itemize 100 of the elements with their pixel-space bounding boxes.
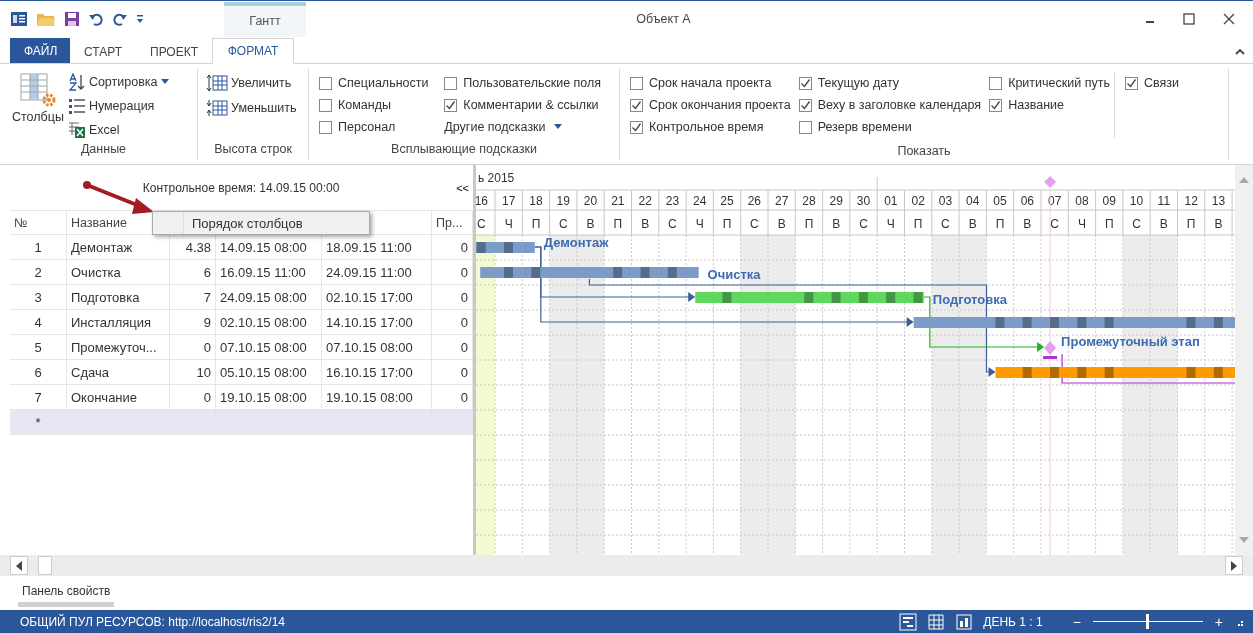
day-label: 19	[556, 194, 570, 208]
weekday-label: П	[531, 217, 541, 231]
checkbox-option[interactable]: Специальности	[319, 72, 437, 94]
weekday-label: Ч	[1077, 217, 1086, 231]
table-cell: Очистка	[67, 260, 170, 284]
checkbox-option[interactable]: Команды	[319, 94, 437, 116]
day-label: 25	[720, 194, 734, 208]
ribbon-button[interactable]: Нумерация	[65, 95, 171, 116]
day-label: 27	[774, 194, 789, 208]
weekday-label: В	[641, 217, 650, 231]
ribbon-tab[interactable]: ФОРМАТ	[212, 38, 295, 64]
table-cell: 24.09.15 08:00	[216, 285, 322, 309]
ribbon-button[interactable]: Уменьшить	[204, 97, 302, 118]
checkbox-option[interactable]: Срок начала проекта	[630, 72, 791, 94]
day-label: 23	[665, 194, 680, 208]
table-cell: 0	[170, 335, 216, 359]
day-label: 10	[1129, 194, 1144, 208]
checkbox-option[interactable]: Критический путь	[989, 72, 1110, 94]
table-cell: Сдача	[67, 360, 170, 384]
weekday-label: П	[1104, 217, 1114, 231]
checkbox-option[interactable]: Персонал	[319, 116, 437, 138]
weekday-label: П	[613, 217, 623, 231]
weekday-label: П	[804, 217, 814, 231]
weekday-label: С	[941, 217, 950, 231]
task-label: Очистка	[707, 267, 761, 282]
checkbox-option[interactable]: Название	[989, 94, 1110, 116]
weekday-label: В	[832, 217, 841, 231]
zoom-out-button[interactable]: −	[1068, 613, 1085, 630]
day-label: 02	[911, 194, 925, 208]
day-label: 05	[993, 194, 1007, 208]
day-label: 13	[1211, 194, 1226, 208]
table-cell: 1	[10, 235, 67, 259]
column-header[interactable]: №	[10, 211, 67, 234]
ribbon-button[interactable]: Сортировка	[65, 71, 171, 92]
menu-item[interactable]: Порядок столбцов	[183, 212, 369, 234]
ribbon-tab[interactable]: СТАРТ	[70, 39, 136, 64]
table-cell: 0	[170, 385, 216, 409]
weekday-label: Ч	[695, 217, 704, 231]
table-cell: Промежуточ...	[67, 335, 170, 359]
table-cell: 19.10.15 08:00	[216, 385, 322, 409]
ribbon-tab[interactable]: ФАЙЛ	[10, 38, 70, 63]
checkbox-option[interactable]: Срок окончания проекта	[630, 94, 791, 116]
control-time-label: Контрольное время: 14.09.15 00:00	[141, 180, 341, 195]
table-cell: 2	[10, 260, 67, 284]
table-cell: 24.09.15 11:00	[322, 260, 432, 284]
task-label: Промежуточный этап	[1061, 334, 1200, 349]
day-label: 03	[938, 194, 953, 208]
weekday-label: В	[968, 217, 977, 231]
table-cell: 5	[10, 335, 67, 359]
weekday-label: С	[750, 217, 759, 231]
checkbox-option[interactable]: Пользовательские поля	[444, 72, 609, 94]
zoom-in-button[interactable]: +	[1210, 613, 1227, 630]
task-label: Демонтаж	[543, 235, 609, 250]
day-label: 07	[1047, 194, 1062, 208]
checkbox-option[interactable]: Комментарии & ссылки	[444, 94, 609, 116]
weekday-label: В	[586, 217, 595, 231]
columns-button[interactable]: Столбцы	[10, 68, 66, 142]
collapse-button[interactable]: <<	[452, 181, 473, 194]
month-label: ь 2015	[478, 171, 515, 185]
weekday-label: С	[859, 217, 868, 231]
day-label: 17	[501, 194, 516, 208]
ribbon-tab[interactable]: ПРОЕКТ	[136, 39, 213, 64]
context-tab-header: Гантт	[224, 1, 306, 37]
table-cell: 10	[170, 360, 216, 384]
table-cell: 19.10.15 08:00	[322, 385, 432, 409]
table-cell: 02.10.15 08:00	[216, 310, 322, 334]
checkbox-option[interactable]: Связи	[1124, 72, 1179, 94]
day-label: 22	[638, 194, 652, 208]
group-title: Данные	[79, 142, 128, 158]
day-label: 20	[583, 194, 598, 208]
weekday-label: П	[1186, 217, 1196, 231]
day-label: 29	[829, 194, 843, 208]
more-tooltips-dropdown[interactable]: Другие подсказки	[444, 116, 609, 137]
table-cell: 4	[10, 310, 67, 334]
weekday-label: В	[1214, 217, 1223, 231]
ribbon-button[interactable]: Excel	[65, 119, 171, 140]
day-label: 12	[1184, 194, 1198, 208]
ribbon-button[interactable]: Увеличить	[204, 72, 302, 93]
table-cell: Подготовка	[67, 285, 170, 309]
day-label: 28	[802, 194, 816, 208]
table-cell: 02.10.15 17:00	[322, 285, 432, 309]
weekday-label: П	[995, 217, 1005, 231]
weekday-label: С	[668, 217, 677, 231]
day-label: 04	[966, 194, 980, 208]
day-label: 16	[476, 194, 489, 208]
table-cell: Окончание	[67, 385, 170, 409]
weekday-label: Ч	[504, 217, 513, 231]
checkbox-option[interactable]: Контрольное время	[630, 116, 791, 138]
checkbox-option[interactable]: Текущую дату	[798, 72, 982, 94]
day-label: 18	[529, 194, 543, 208]
day-label: 26	[747, 194, 762, 208]
group-title: Показать	[896, 144, 952, 160]
checkbox-option[interactable]: Веху в заголовке календаря	[798, 94, 982, 116]
day-label: 30	[856, 194, 871, 208]
day-label: 06	[1020, 194, 1035, 208]
day-label: 11	[1157, 194, 1171, 208]
table-cell: 3	[10, 285, 67, 309]
weekday-label: В	[1023, 217, 1032, 231]
weekday-label: С	[1050, 217, 1059, 231]
checkbox-option[interactable]: Резерв времени	[798, 116, 982, 138]
